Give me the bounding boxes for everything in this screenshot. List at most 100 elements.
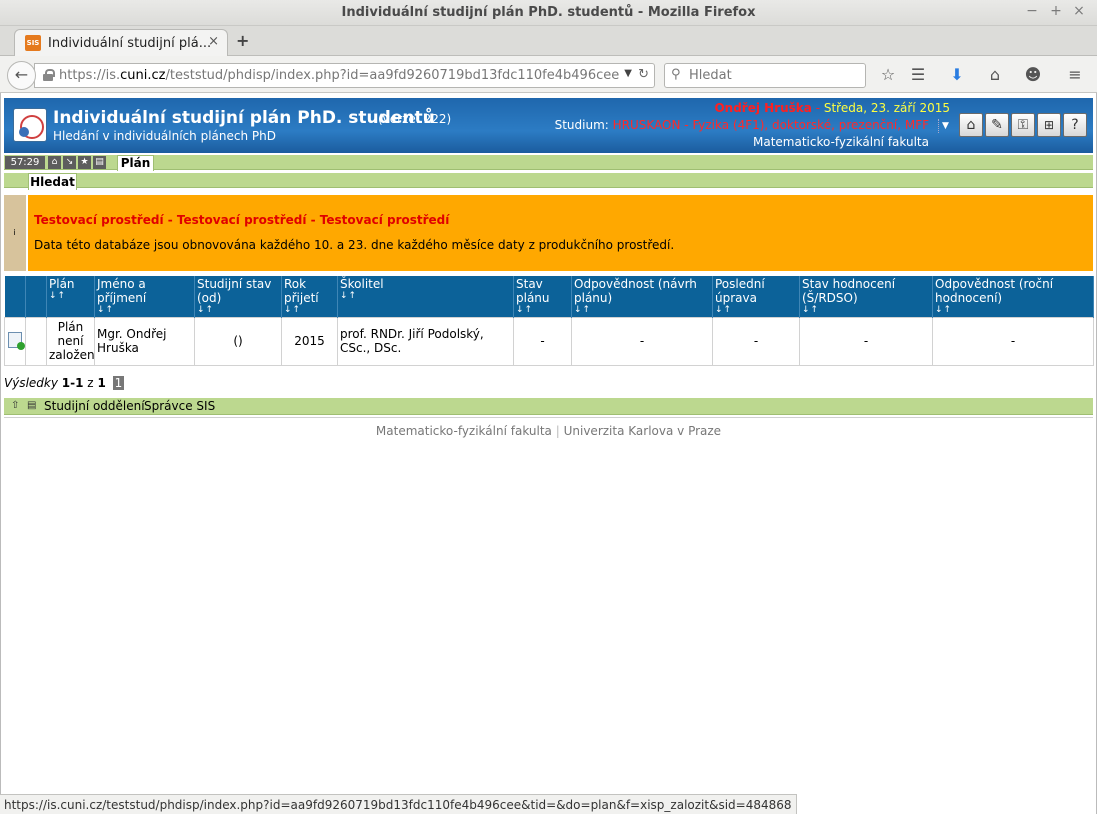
sis-favicon-icon: SIS [25, 35, 41, 51]
notice-title: Testovací prostředí - Testovací prostřed… [34, 213, 450, 227]
plan-status-cell: - [513, 316, 572, 366]
tab-plan[interactable]: Plán [117, 155, 154, 171]
create-plan-icon[interactable] [8, 331, 25, 350]
user-name[interactable]: Ondřej Hruška [714, 101, 811, 115]
test-environment-notice: i Testovací prostředí - Testovací prostř… [4, 195, 1093, 271]
table-header-row: Plán ↓↑ Jméno a příjmení ↓↑ Studijní stav … [4, 276, 1094, 317]
column-header-supervisor: Školitel ↓↑ [337, 276, 514, 317]
url-text[interactable]: https://is.cuni.cz/teststud/phdisp/index… [59, 68, 619, 83]
info-icon: i [13, 228, 16, 237]
study-dropdown-icon[interactable]: ▼ [938, 119, 952, 133]
home-small-icon[interactable]: ⌂ [48, 156, 61, 169]
name-cell: Mgr. Ondřej Hruška [94, 316, 195, 366]
search-input[interactable]: ⚲ Hledat [664, 63, 866, 88]
current-date: Středa, 23. září 2015 [823, 101, 950, 115]
footer-university-link[interactable]: Univerzita Karlova v Praze [564, 424, 721, 438]
tab-search[interactable]: Hledat [28, 173, 77, 190]
column-header-last-edit: Poslední úprava ↓↑ [712, 276, 800, 317]
column-header-year: Rok přijetí ↓↑ [281, 276, 338, 317]
footer-divider [4, 417, 1093, 418]
results-total: 1 [97, 376, 106, 390]
reading-list-icon[interactable]: ☰ [907, 65, 929, 84]
browser-tabbar: SIS Individuální studijní plá... × [0, 26, 1097, 56]
sort-arrows-icon[interactable]: ↓↑ [197, 305, 279, 316]
column-header-name: Jméno a příjmení ↓↑ [94, 276, 195, 317]
close-icon[interactable]: × [1071, 3, 1087, 19]
logout-lock-icon[interactable]: ⚿ [1011, 113, 1035, 137]
sis-admin-link[interactable]: Správce SIS [144, 399, 215, 413]
search-icon: ⚲ [671, 67, 681, 82]
study-department-link[interactable]: Studijní oddělení [44, 399, 145, 413]
footer-copyright: Matematicko-fyzikální fakulta | Univerzi… [4, 424, 1093, 438]
sort-arrows-icon[interactable]: ↓↑ [49, 291, 92, 302]
print-icon[interactable]: ▤ [93, 156, 106, 169]
window-titlebar: Individuální studijní plán PhD. studentů… [0, 0, 1097, 26]
results-label: Výsledky [4, 376, 58, 390]
sort-arrows-icon[interactable]: ↓↑ [97, 305, 192, 316]
create-plan-cell[interactable] [4, 316, 26, 366]
last-edit-cell: - [712, 316, 800, 366]
supervisor-cell: prof. RNDr. Jiří Podolský, CSc., DSc. [337, 316, 514, 366]
user-info: Ondřej Hruška - Středa, 23. září 2015 [714, 101, 950, 115]
back-button[interactable]: ← [7, 61, 36, 90]
column-header-status: Studijní stav (od) ↓↑ [194, 276, 282, 317]
hello-icon[interactable]: ☻ [1022, 65, 1044, 84]
maximize-icon[interactable]: + [1048, 3, 1064, 19]
column-header-plan-status: Stav plánu ↓↑ [513, 276, 572, 317]
window-title: Individuální studijní plán PhD. studentů… [341, 5, 756, 20]
results-of: z [87, 376, 94, 390]
year-cell: 2015 [281, 316, 338, 366]
column-header-responsibility-eval: Odpovědnost (roční hodnocení) ↓↑ [932, 276, 1094, 317]
tab-close-icon[interactable]: × [208, 34, 219, 49]
reload-icon[interactable]: ↻ [638, 67, 649, 82]
window-edge-left [0, 93, 1, 814]
responsibility-eval-cell: - [932, 316, 1094, 366]
session-timer: 57:29 [5, 156, 45, 169]
footer-faculty-link[interactable]: Matematicko-fyzikální fakulta [376, 424, 552, 438]
browser-tab[interactable]: SIS Individuální studijní plá... × [14, 29, 228, 56]
faculty-name: Matematicko-fyzikální fakulta [753, 135, 929, 149]
plans-table: Plán ↓↑ Jméno a příjmení ↓↑ Studijní stav … [4, 276, 1094, 366]
user-separator: - [811, 101, 824, 115]
study-value[interactable]: HRUSKAON - Fyzika (4F1), doktorské, prez… [613, 118, 929, 132]
sort-arrows-icon[interactable]: ↓↑ [516, 305, 569, 316]
app-logo-icon[interactable] [13, 108, 47, 142]
minimize-icon[interactable]: − [1024, 3, 1040, 19]
home-page-icon[interactable]: ⌂ [959, 113, 983, 137]
sort-arrows-icon[interactable]: ↓↑ [715, 305, 797, 316]
back-arrow-icon: ← [14, 65, 29, 84]
url-bar[interactable]: https://is.cuni.cz/teststud/phdisp/index… [34, 63, 655, 88]
lock-icon [43, 69, 55, 81]
notice-side: i [4, 195, 26, 271]
notice-text: Data této databáze jsou obnovována každé… [34, 238, 675, 252]
bookmark-star-icon[interactable]: ☆ [877, 65, 899, 84]
home-icon[interactable]: ⌂ [984, 65, 1006, 84]
sort-arrows-icon[interactable]: ↓↑ [574, 305, 710, 316]
study-selector[interactable]: Studium: HRUSKAON - Fyzika (4F1), doktor… [555, 118, 929, 132]
language-flag-icon[interactable]: ⊞ [1037, 113, 1061, 137]
browser-navbar: https://is.cuni.cz/teststud/phdisp/index… [0, 56, 1097, 93]
scroll-top-icon[interactable]: ⇧ [11, 400, 19, 411]
page-subtitle: Hledání v individuálních plánech PhD [53, 129, 276, 143]
new-tab-button[interactable]: + [236, 31, 249, 50]
favorite-star-icon[interactable]: ★ [78, 156, 91, 169]
sort-arrows-icon[interactable]: ↓↑ [935, 305, 1091, 316]
menu-icon[interactable]: ≡ [1064, 65, 1086, 84]
help-icon[interactable]: ? [1063, 113, 1087, 137]
downloads-icon[interactable]: ⬇ [946, 65, 968, 84]
url-dropdown-icon[interactable]: ▼ [624, 68, 632, 79]
print-footer-icon[interactable]: ▤ [27, 400, 36, 411]
sort-arrows-icon[interactable]: ↓↑ [340, 291, 511, 302]
search-placeholder: Hledat [689, 68, 732, 83]
status-cell: () [194, 316, 282, 366]
study-label: Studium: [554, 118, 609, 132]
notice-body: Testovací prostředí - Testovací prostřed… [28, 195, 1093, 271]
evaluation-status-cell: - [799, 316, 933, 366]
sort-arrows-icon[interactable]: ↓↑ [284, 305, 335, 316]
main-menu-bar: 57:29 ⌂ ↘ ★ ▤ Plán [4, 155, 1093, 171]
results-range: 1-1 [61, 376, 84, 390]
page-number-button[interactable]: 1 [112, 376, 125, 390]
arrow-small-icon[interactable]: ↘ [63, 156, 76, 169]
sort-arrows-icon[interactable]: ↓↑ [802, 305, 930, 316]
user-settings-icon[interactable]: ✎ [985, 113, 1009, 137]
